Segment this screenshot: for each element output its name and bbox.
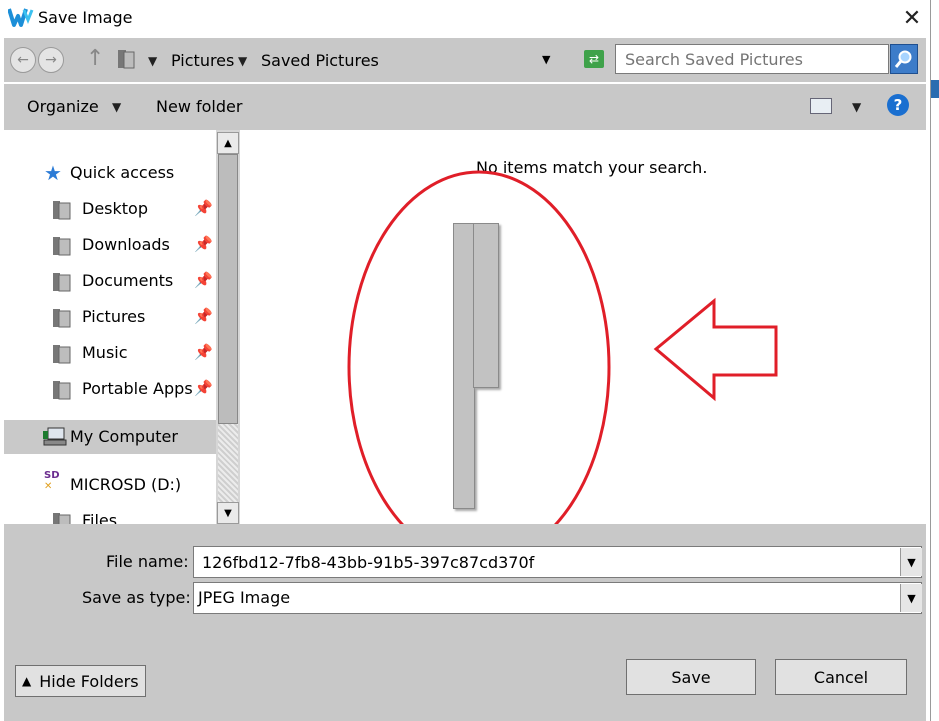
pin-icon[interactable]: 📌 (194, 307, 213, 325)
file-name-input[interactable] (193, 546, 922, 578)
navigation-pane: ★ Quick access Desktop 📌 Downloads 📌 Doc… (4, 130, 216, 524)
nav-item-portable-apps[interactable]: Portable Apps 📌 (4, 372, 216, 406)
scroll-up-button[interactable]: ▲ (217, 132, 239, 154)
save-as-type-select[interactable]: JPEG Image (193, 582, 922, 614)
pin-icon[interactable]: 📌 (194, 343, 213, 361)
folder-icon (118, 50, 135, 69)
view-options-icon[interactable] (810, 98, 832, 114)
hide-folders-button[interactable]: ▲ Hide Folders (15, 665, 146, 697)
folder-icon (53, 309, 71, 328)
organize-button[interactable]: Organize (27, 97, 99, 116)
empty-results-message: No items match your search. (476, 158, 708, 177)
computer-icon (43, 427, 67, 446)
save-as-type-dropdown-button[interactable]: ▼ (900, 584, 922, 612)
folder-icon (53, 237, 71, 256)
nav-item-files[interactable]: Files (4, 504, 216, 524)
nav-item-microsd[interactable]: SD ✕ MICROSD (D:) (4, 468, 216, 502)
nav-item-label: Portable Apps (82, 379, 193, 398)
nav-item-label: Files (82, 511, 118, 524)
refresh-icon: ⇄ (588, 52, 600, 66)
rendering-glitch-bar (473, 223, 499, 388)
nav-item-quick-access[interactable]: ★ Quick access (4, 156, 216, 190)
search-button[interactable] (890, 44, 918, 74)
nav-item-label: Pictures (82, 307, 146, 326)
file-list-area[interactable] (244, 130, 926, 524)
folder-icon (53, 381, 71, 400)
folder-icon (53, 201, 71, 220)
breadcrumb-saved-pictures[interactable]: Saved Pictures (261, 51, 379, 70)
nav-item-label: Music (82, 343, 128, 362)
forward-button[interactable]: → (38, 47, 64, 73)
nav-item-label: My Computer (70, 427, 178, 446)
title-bar (0, 0, 930, 36)
nav-item-label: Desktop (82, 199, 148, 218)
nav-item-label: Quick access (70, 163, 175, 182)
chevron-down-icon[interactable]: ▼ (238, 54, 247, 68)
nav-item-documents[interactable]: Documents 📌 (4, 264, 216, 298)
new-folder-button[interactable]: New folder (156, 97, 242, 116)
pin-icon[interactable]: 📌 (194, 235, 213, 253)
nav-item-music[interactable]: Music 📌 (4, 336, 216, 370)
folder-icon (53, 273, 71, 292)
chevron-down-icon[interactable]: ▼ (112, 100, 121, 114)
nav-item-downloads[interactable]: Downloads 📌 (4, 228, 216, 262)
chevron-down-icon: ▼ (907, 555, 916, 569)
cancel-button[interactable]: Cancel (775, 659, 907, 695)
rendering-glitch-bar (453, 223, 475, 509)
file-name-label: File name: (106, 552, 189, 571)
help-button[interactable]: ? (887, 94, 909, 116)
window-title: Save Image (38, 8, 133, 27)
breadcrumb-pictures[interactable]: Pictures (171, 51, 234, 70)
save-button[interactable]: Save (626, 659, 756, 695)
chevron-down-icon[interactable]: ▼ (148, 54, 157, 68)
save-as-type-label: Save as type: (82, 588, 191, 607)
pin-icon[interactable]: 📌 (194, 199, 213, 217)
file-name-dropdown-button[interactable]: ▼ (900, 548, 922, 576)
up-button[interactable]: ↑ (86, 46, 104, 71)
search-icon (894, 50, 912, 68)
help-icon: ? (893, 96, 903, 114)
star-icon: ★ (44, 161, 62, 185)
close-icon: ✕ (902, 5, 922, 31)
arrow-right-icon: → (45, 52, 57, 68)
hide-folders-label: Hide Folders (39, 671, 139, 691)
chevron-up-icon: ▲ (224, 137, 232, 149)
background-page (930, 0, 939, 721)
arrow-left-icon: ← (17, 52, 29, 68)
chevron-down-icon: ▼ (224, 507, 232, 519)
chevron-up-icon: ▲ (22, 674, 32, 688)
sd-card-icon: SD ✕ (44, 470, 60, 492)
background-strip (930, 80, 939, 98)
pin-icon[interactable]: 📌 (194, 379, 213, 397)
nav-item-label: MICROSD (D:) (70, 475, 182, 494)
nav-item-label: Downloads (82, 235, 170, 254)
pin-icon[interactable]: 📌 (194, 271, 213, 289)
nav-item-my-computer[interactable]: My Computer (4, 420, 216, 454)
address-dropdown-icon[interactable]: ▼ (542, 53, 550, 66)
chevron-down-icon: ▼ (907, 591, 916, 605)
folder-icon (53, 345, 71, 364)
scroll-down-button[interactable]: ▼ (217, 502, 239, 524)
refresh-button[interactable]: ⇄ (584, 50, 604, 68)
nav-item-pictures[interactable]: Pictures 📌 (4, 300, 216, 334)
chevron-down-icon[interactable]: ▼ (852, 100, 861, 114)
folder-icon (53, 513, 71, 524)
close-button[interactable]: ✕ (894, 2, 930, 34)
scrollbar-track[interactable] (218, 424, 238, 502)
nav-item-desktop[interactable]: Desktop 📌 (4, 192, 216, 226)
search-input[interactable] (615, 44, 889, 74)
back-button[interactable]: ← (10, 47, 36, 73)
scrollbar-thumb[interactable] (218, 154, 238, 424)
nav-item-label: Documents (82, 271, 174, 290)
app-logo-icon (8, 8, 34, 27)
save-image-dialog: Save Image ✕ ← → ↑ ▼ Pictures ▼ Saved Pi… (0, 0, 931, 721)
toolbar (4, 84, 926, 130)
